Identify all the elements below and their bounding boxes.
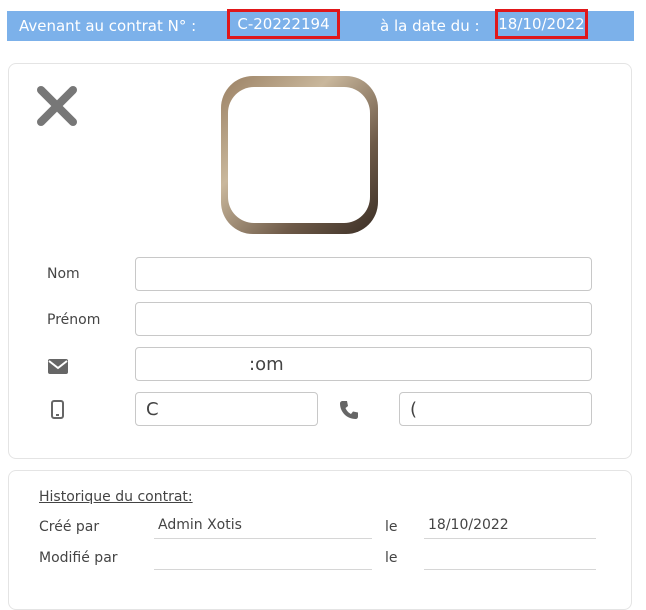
contract-label: Avenant au contrat N° :: [19, 17, 197, 35]
nom-label: Nom: [47, 266, 80, 282]
email-input[interactable]: :om: [135, 347, 592, 381]
contact-card: Nom Prénom :om C (: [8, 63, 632, 459]
modified-date: [424, 548, 596, 570]
mobile-icon: [51, 400, 64, 419]
prenom-label: Prénom: [47, 312, 101, 328]
history-title: Historique du contrat:: [39, 489, 193, 505]
contract-date: 18/10/2022: [495, 9, 588, 39]
modified-by-value: [154, 548, 372, 570]
avatar-mask: [228, 87, 370, 223]
created-by-value: Admin Xotis: [154, 517, 372, 539]
modified-le-label: le: [385, 550, 398, 566]
mobile-input[interactable]: C: [135, 392, 318, 426]
prenom-input[interactable]: [135, 302, 592, 336]
history-card: Historique du contrat: Créé par Admin Xo…: [8, 470, 632, 610]
contract-header: Avenant au contrat N° : C-20222194 à la …: [7, 9, 634, 41]
avatar[interactable]: [221, 76, 378, 234]
modified-by-label: Modifié par: [39, 550, 118, 566]
created-by-label: Créé par: [39, 519, 100, 535]
nom-input[interactable]: [135, 257, 592, 291]
phone-input[interactable]: (: [399, 392, 592, 426]
email-icon: [48, 359, 68, 374]
date-label: à la date du :: [380, 17, 480, 35]
created-le-label: le: [385, 519, 398, 535]
close-icon[interactable]: [35, 84, 79, 128]
contract-number: C-20222194: [227, 9, 340, 39]
created-date: 18/10/2022: [424, 517, 596, 539]
phone-icon: [340, 401, 358, 419]
